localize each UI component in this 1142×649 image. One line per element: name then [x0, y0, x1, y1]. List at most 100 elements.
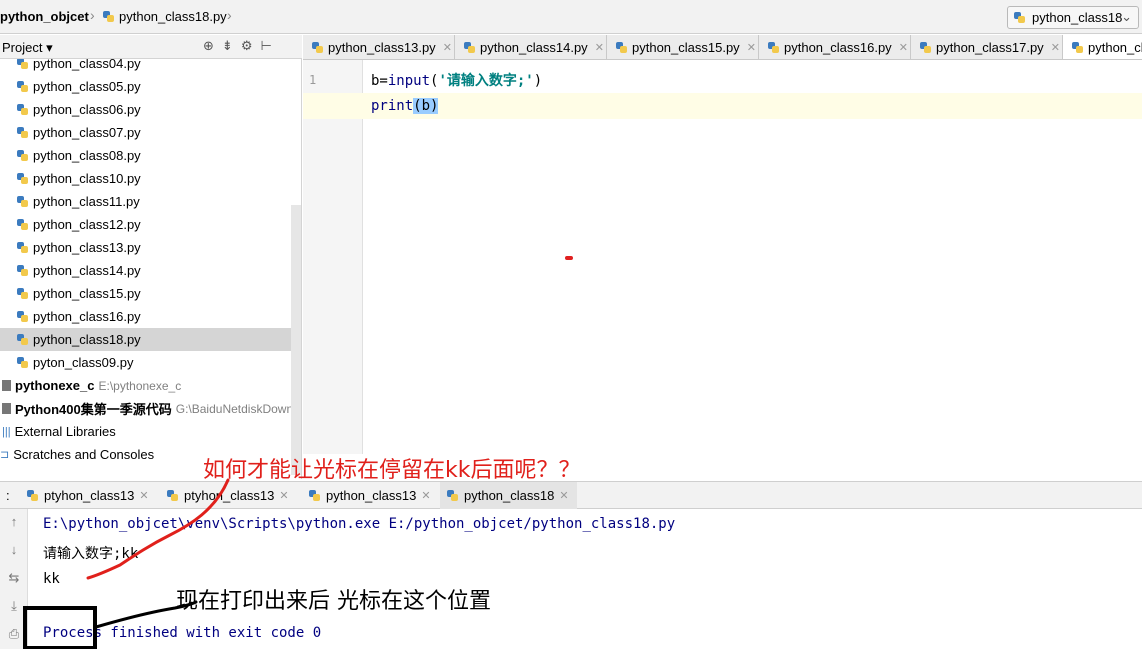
- tree-root-pythonexe-c[interactable]: pythonexe_c E:\pythonexe_c: [2, 374, 181, 397]
- console-output-line: kk: [43, 571, 60, 587]
- editor-tab-label: python_cla: [1088, 40, 1142, 55]
- folder-icon: [2, 380, 11, 391]
- python-file-icon: [463, 41, 476, 55]
- tree-external-libraries[interactable]: ||| External Libraries: [2, 420, 116, 443]
- tree-file-item[interactable]: python_class10.py: [16, 167, 141, 190]
- run-tab[interactable]: python_class13 ✕: [302, 482, 439, 509]
- close-icon[interactable]: ✕: [899, 41, 908, 54]
- code-token: b=: [371, 73, 388, 89]
- tree-file-item[interactable]: python_class04.py: [16, 59, 141, 75]
- tree-file-item[interactable]: python_class05.py: [16, 75, 141, 98]
- python-run-icon: [446, 489, 459, 503]
- root-label: pythonexe_c: [15, 378, 95, 393]
- close-icon[interactable]: ✕: [443, 41, 452, 54]
- python-file-icon: [16, 264, 29, 278]
- tree-scratches[interactable]: ⊐ Scratches and Consoles: [0, 443, 154, 466]
- console-prompt-line: 请输入数字;kk: [43, 546, 139, 562]
- tree-file-item[interactable]: python_class16.py: [16, 305, 141, 328]
- close-icon[interactable]: ✕: [139, 489, 148, 502]
- tree-file-item[interactable]: python_class15.py: [16, 282, 141, 305]
- project-tree[interactable]: python_class04.py python_class05.py pyth…: [0, 59, 302, 479]
- root-path: G:\BaiduNetdiskDownlo: [175, 401, 302, 416]
- code-token: ): [430, 98, 439, 114]
- code-line-2[interactable]: print(b): [371, 98, 439, 114]
- code-line-1[interactable]: b=input('请输入数字;'): [371, 70, 542, 90]
- console-exit-line: Process finished with exit code 0: [43, 625, 322, 641]
- run-configuration-dropdown[interactable]: python_class18 ⌄: [1007, 6, 1139, 29]
- tree-root-python400[interactable]: Python400集第一季源代码 G:\BaiduNetdiskDownlo: [2, 397, 302, 420]
- soft-wrap-icon[interactable]: ⇆: [6, 570, 22, 586]
- editor-tab[interactable]: python_class13.py ✕: [303, 35, 455, 59]
- tree-file-label: python_class11.py: [33, 194, 140, 209]
- tree-file-item[interactable]: python_class12.py: [16, 213, 141, 236]
- tree-file-item-selected[interactable]: python_class18.py: [0, 328, 301, 351]
- tree-file-item[interactable]: python_class06.py: [16, 98, 141, 121]
- tree-file-item[interactable]: python_class14.py: [16, 259, 141, 282]
- tree-scrollbar[interactable]: [291, 205, 301, 475]
- editor-tab-label: python_class15.py: [632, 40, 740, 55]
- gear-icon[interactable]: ⚙: [241, 38, 253, 54]
- locate-icon[interactable]: ⊕: [203, 38, 214, 54]
- project-view-selector[interactable]: Project ▾: [2, 40, 53, 56]
- library-icon: |||: [2, 425, 11, 438]
- tree-file-label: python_class15.py: [33, 286, 141, 301]
- run-label: :: [6, 488, 10, 503]
- breadcrumb-project[interactable]: python_objcet: [0, 9, 89, 24]
- run-tab-bar: : ptyhon_class13 ✕ ptyhon_class13 ✕ python…: [0, 481, 1142, 509]
- tree-file-label: python_class07.py: [33, 125, 141, 140]
- close-icon[interactable]: ✕: [747, 41, 756, 54]
- run-tab[interactable]: ptyhon_class13 ✕: [160, 482, 297, 509]
- root-label: Scratches and Consoles: [13, 447, 155, 462]
- hide-panel-icon[interactable]: ⊢: [260, 38, 271, 54]
- run-configuration-label: python_class18: [1032, 10, 1123, 25]
- scratch-icon: ⊐: [0, 449, 10, 461]
- editor-tab-active[interactable]: python_cla: [1063, 35, 1142, 59]
- line-number: 1: [309, 73, 317, 87]
- close-icon[interactable]: ✕: [559, 489, 568, 502]
- scroll-to-end-icon[interactable]: ⤓: [6, 598, 22, 614]
- python-file-icon: [16, 356, 29, 370]
- tree-file-label: python_class16.py: [33, 309, 141, 324]
- tree-file-item[interactable]: python_class11.py: [16, 190, 140, 213]
- run-toolbar: ↑ ↓ ⇆ ⤓ ⎙: [0, 509, 28, 649]
- tree-file-item[interactable]: python_class13.py: [16, 236, 141, 259]
- python-file-icon: [1071, 41, 1084, 55]
- up-arrow-icon[interactable]: ↑: [6, 514, 22, 530]
- breadcrumb-file[interactable]: python_class18.py: [102, 9, 227, 24]
- breadcrumb-file-label: python_class18.py: [119, 9, 227, 24]
- tree-file-label: python_class13.py: [33, 240, 141, 255]
- close-icon[interactable]: ✕: [279, 489, 288, 502]
- chevron-down-icon: ⌄: [1121, 9, 1132, 24]
- breadcrumb-separator-icon: ›: [90, 7, 95, 23]
- tree-file-label: python_class04.py: [33, 59, 141, 71]
- editor-tab[interactable]: python_class15.py ✕: [607, 35, 759, 59]
- python-file-icon: [16, 149, 29, 163]
- tree-file-item[interactable]: pyton_class09.py: [16, 351, 133, 374]
- close-icon[interactable]: ✕: [595, 41, 604, 54]
- breadcrumb-separator-icon: ›: [227, 7, 232, 23]
- editor-tab[interactable]: python_class17.py ✕: [911, 35, 1063, 59]
- down-arrow-icon[interactable]: ↓: [6, 542, 22, 558]
- navigation-bar: python_objcet › python_class18.py › pyth…: [0, 0, 1142, 34]
- collapse-icon[interactable]: ⇟: [222, 38, 233, 54]
- run-tab[interactable]: ptyhon_class13 ✕: [20, 482, 157, 509]
- code-token: ): [533, 73, 543, 89]
- run-tab-label: python_class18: [464, 488, 555, 503]
- tree-file-item[interactable]: python_class08.py: [16, 144, 141, 167]
- python-file-icon: [16, 241, 29, 255]
- python-file-icon: [615, 41, 628, 55]
- tree-file-item[interactable]: python_class07.py: [16, 121, 141, 144]
- close-icon[interactable]: ✕: [1051, 41, 1060, 54]
- python-file-icon: [16, 80, 29, 94]
- line-number-gutter: 1 2: [303, 60, 363, 454]
- code-token: (: [413, 98, 422, 114]
- run-console[interactable]: E:\python_objcet\venv\Scripts\python.exe…: [29, 509, 1142, 649]
- editor-tab[interactable]: python_class14.py ✕: [455, 35, 607, 59]
- run-tab-active[interactable]: python_class18 ✕: [440, 482, 577, 509]
- code-string: '请输入数字;': [438, 73, 534, 89]
- close-icon[interactable]: ✕: [421, 489, 430, 502]
- print-icon[interactable]: ⎙: [6, 626, 22, 642]
- code-editor[interactable]: [364, 60, 1142, 454]
- editor-tab[interactable]: python_class16.py ✕: [759, 35, 911, 59]
- python-file-icon: [16, 333, 29, 347]
